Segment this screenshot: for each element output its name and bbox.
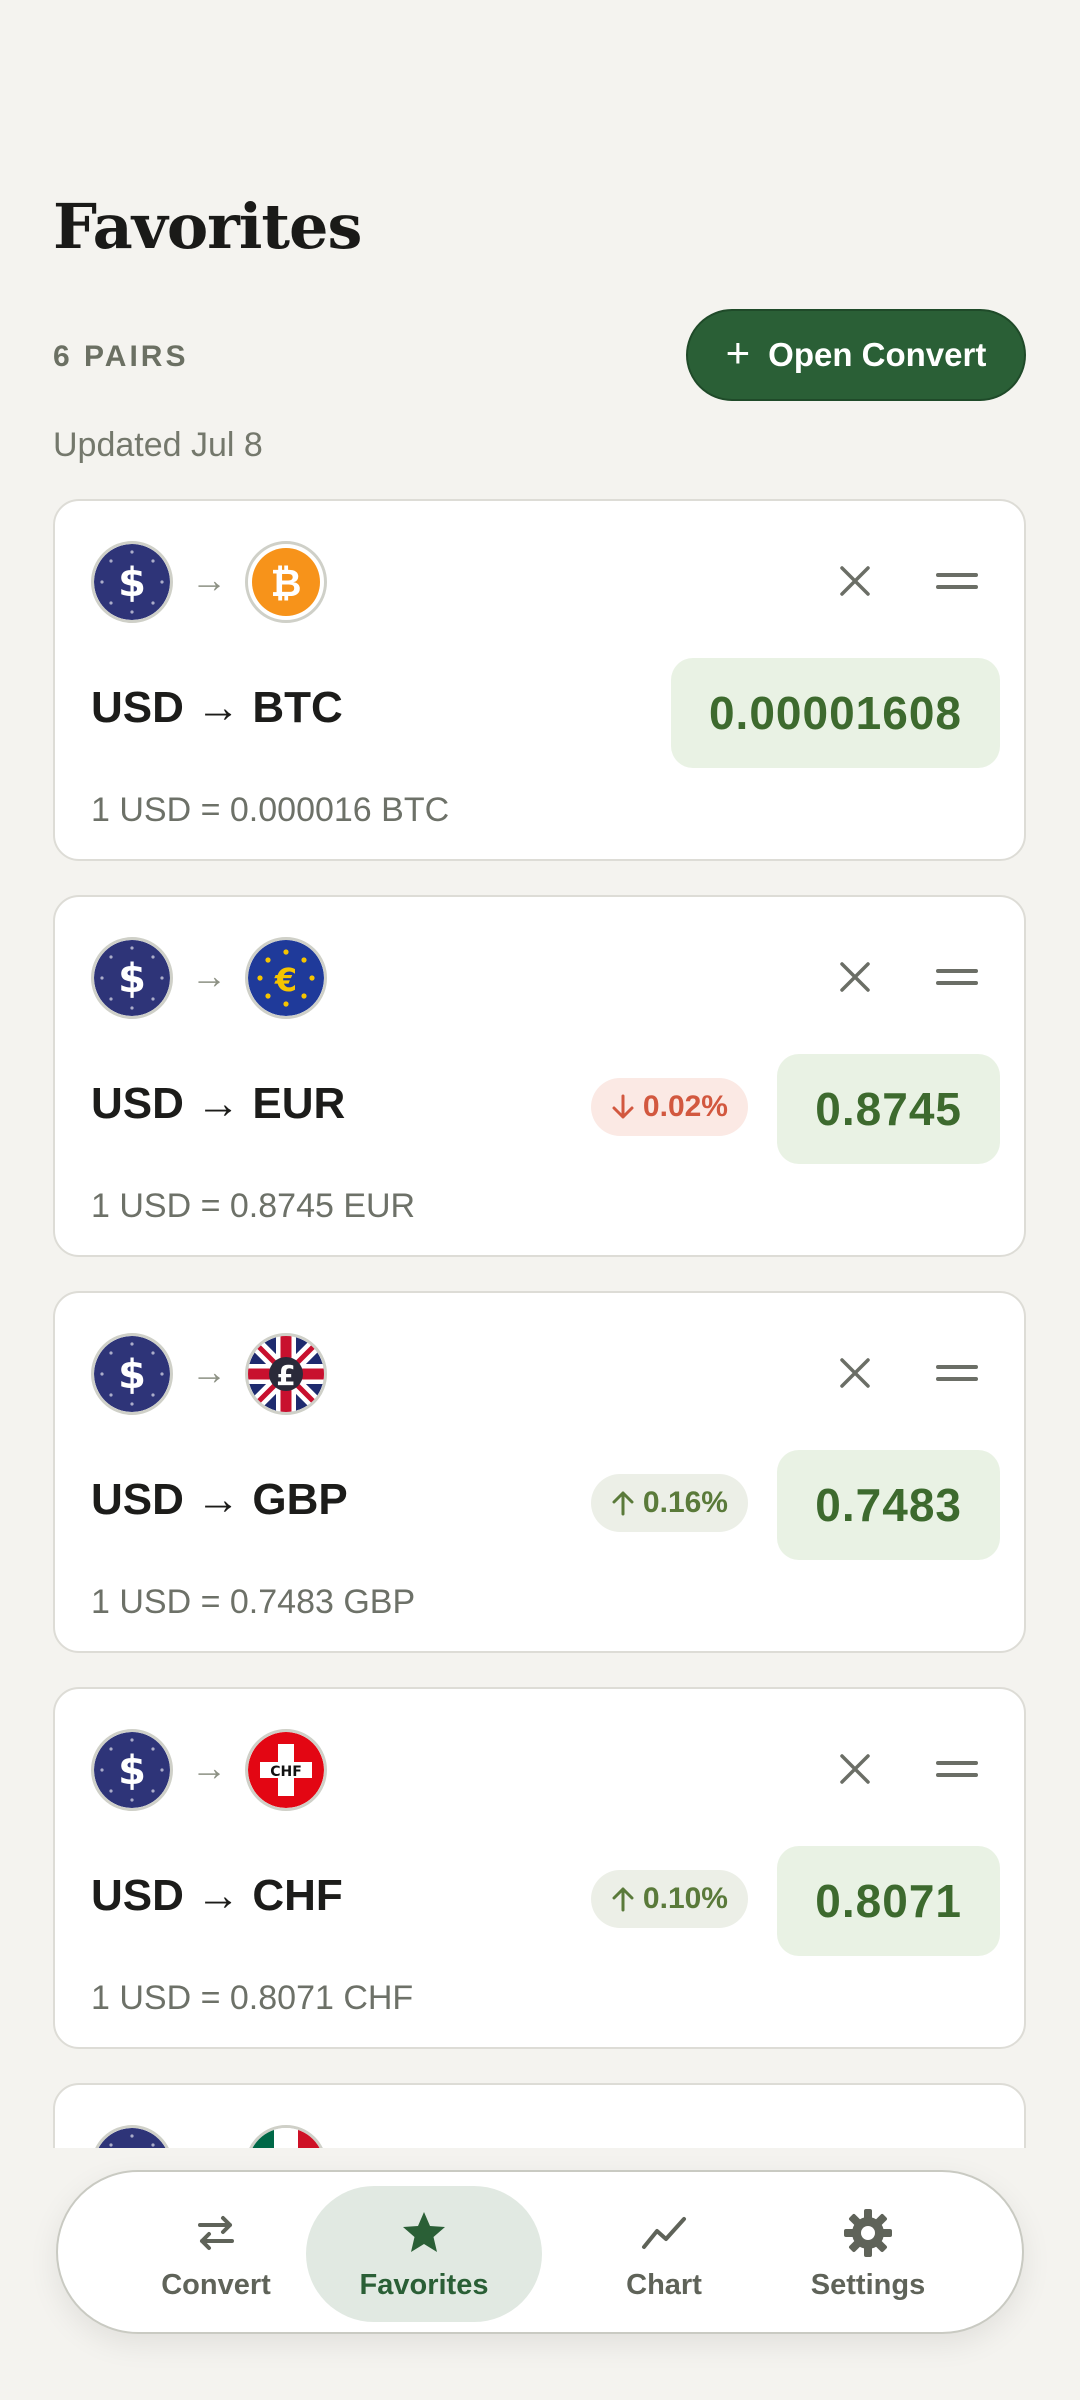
pound-flag-icon: £ <box>245 1333 327 1415</box>
dollar-flag-icon: $ <box>91 1729 173 1811</box>
svg-text:CHF: CHF <box>270 1764 302 1780</box>
dollar-flag-icon: $ <box>91 937 173 1019</box>
change-value: 0.10% <box>642 1882 728 1915</box>
arrow-down-icon <box>612 1094 634 1119</box>
change-badge: 0.16% <box>590 1474 748 1532</box>
change-badge: 0.10% <box>590 1870 748 1928</box>
drag-handle[interactable] <box>927 551 987 611</box>
drag-handle-icon <box>936 969 978 985</box>
close-icon <box>840 1358 870 1388</box>
nav-label: Convert <box>161 2268 271 2301</box>
svg-text:$: $ <box>118 1352 146 1398</box>
drag-handle-icon <box>936 1365 978 1381</box>
nav-item-favorites[interactable]: Favorites <box>306 2186 542 2322</box>
arrow-up-icon <box>612 1491 634 1516</box>
favorite-card[interactable]: $ → € USD → EUR 0.02% 0.8745 1 USD = 0.8… <box>53 895 1026 1257</box>
favorite-card[interactable]: $ → ₿ USD → BTC 0.00001608 1 USD = 0.000… <box>53 499 1026 861</box>
svg-text:$: $ <box>118 1748 146 1794</box>
drag-handle[interactable] <box>927 1739 987 1799</box>
remove-favorite-button[interactable] <box>825 1739 885 1799</box>
pair-arrow-icon: → <box>191 1351 227 1392</box>
rate-value: 0.8745 <box>777 1054 1000 1164</box>
chart-line-icon <box>642 2216 686 2249</box>
close-icon <box>840 962 870 992</box>
change-value: 0.16% <box>642 1486 728 1519</box>
nav-item-convert[interactable]: Convert <box>98 2186 334 2322</box>
change-value: 0.02% <box>642 1090 728 1123</box>
drag-handle-icon <box>936 573 978 589</box>
pair-arrow-icon: → <box>191 1747 227 1788</box>
dollar-flag-icon: $ <box>91 1333 173 1415</box>
bottom-nav: Convert Favorites Chart Settings <box>56 2170 1024 2334</box>
pair-label: USD → EUR <box>91 1079 346 1128</box>
conversion-text: 1 USD = 0.7483 GBP <box>91 1583 416 1621</box>
close-icon <box>840 1754 870 1784</box>
arrow-up-icon <box>612 1887 634 1912</box>
dollar-flag-icon: $ <box>91 2125 173 2148</box>
svg-text:$: $ <box>118 956 146 1002</box>
conversion-text: 1 USD = 0.8071 CHF <box>91 1979 414 2017</box>
close-icon <box>840 566 870 596</box>
pair-label: USD → CHF <box>91 1871 343 1920</box>
svg-text:€: € <box>274 961 297 999</box>
nav-label: Settings <box>810 2268 926 2301</box>
favorite-card[interactable]: $ → £ USD → GBP 0.16% 0.7483 1 USD = 0.7… <box>53 1291 1026 1653</box>
favorites-list: $ → ₿ USD → BTC 0.00001608 1 USD = 0.000… <box>0 0 1080 2148</box>
svg-text:$: $ <box>118 560 146 606</box>
gear-icon <box>844 2208 892 2257</box>
swap-icon <box>198 2215 234 2250</box>
euro-flag-icon: € <box>245 937 327 1019</box>
svg-text:£: £ <box>276 1359 295 1392</box>
pair-arrow-icon: → <box>191 955 227 996</box>
nav-item-chart[interactable]: Chart <box>546 2186 782 2322</box>
nav-label: Favorites <box>359 2268 489 2301</box>
rate-value: 0.00001608 <box>670 658 1000 768</box>
favorite-card[interactable]: $ → CHF USD → CHF 0.10% 0.8071 1 USD = 0… <box>53 1687 1026 2049</box>
remove-favorite-button[interactable] <box>825 947 885 1007</box>
conversion-text: 1 USD = 0.000016 BTC <box>91 791 450 829</box>
drag-handle[interactable] <box>927 947 987 1007</box>
remove-favorite-button[interactable] <box>825 1343 885 1403</box>
pair-label: USD → GBP <box>91 1475 348 1524</box>
drag-handle-icon <box>936 1761 978 1777</box>
favorite-card[interactable]: $ <box>53 2083 1026 2148</box>
rate-value: 0.7483 <box>777 1450 1000 1560</box>
pair-label: USD → BTC <box>91 683 343 732</box>
remove-favorite-button[interactable] <box>825 551 885 611</box>
swiss-flag-icon: CHF <box>245 1729 327 1811</box>
nav-item-settings[interactable]: Settings <box>750 2186 986 2322</box>
bitcoin-icon: ₿ <box>245 541 327 623</box>
svg-text:$: $ <box>118 2144 146 2148</box>
dollar-flag-icon: $ <box>91 541 173 623</box>
svg-text:₿: ₿ <box>271 561 302 605</box>
change-badge: 0.02% <box>590 1078 748 1136</box>
conversion-text: 1 USD = 0.8745 EUR <box>91 1187 416 1225</box>
pair-arrow-icon: → <box>191 559 227 600</box>
rate-value: 0.8071 <box>777 1846 1000 1956</box>
nav-label: Chart <box>626 2268 702 2301</box>
star-icon <box>403 2211 445 2252</box>
drag-handle[interactable] <box>927 1343 987 1403</box>
mexico-flag-icon <box>245 2125 327 2148</box>
